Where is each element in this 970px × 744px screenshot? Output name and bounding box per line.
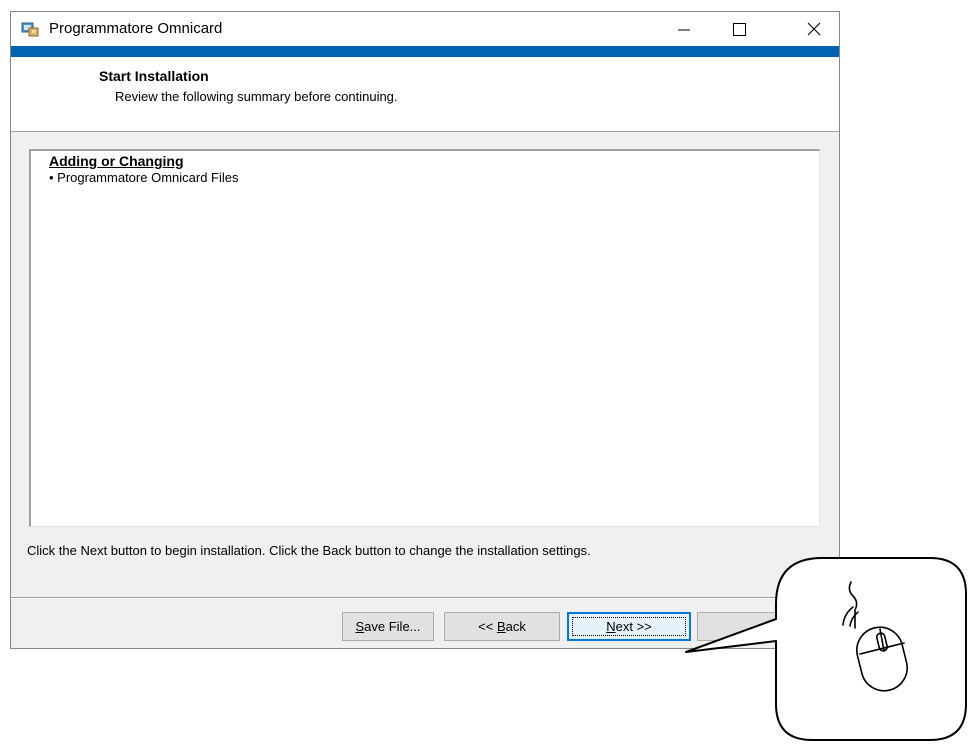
mouse-callout xyxy=(685,557,967,741)
callout-bubble xyxy=(685,557,967,741)
